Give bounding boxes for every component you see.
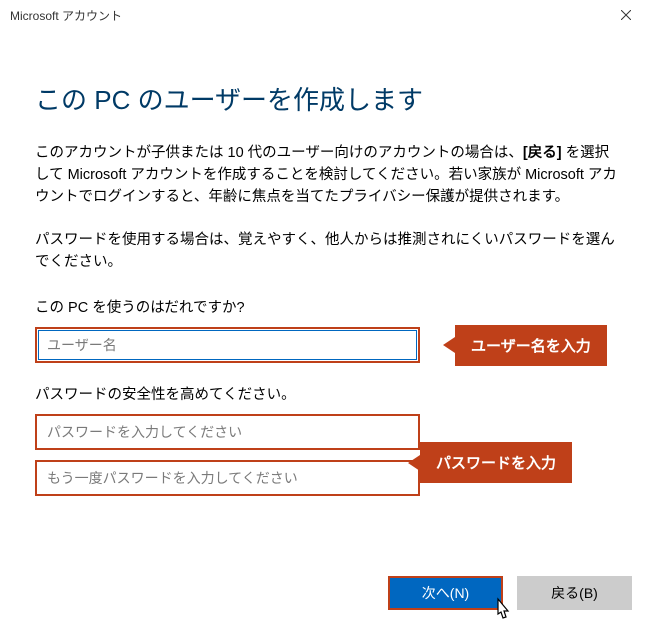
close-icon [621,10,631,20]
window-title: Microsoft アカウント [10,7,606,24]
titlebar: Microsoft アカウント [0,0,654,30]
password-confirm-input[interactable] [35,460,420,496]
username-row: ユーザー名を入力 [35,327,619,363]
page-title: この PC のユーザーを作成します [35,80,619,117]
intro-paragraph-2: パスワードを使用する場合は、覚えやすく、他人からは推測されにくいパスワードを選ん… [35,230,619,274]
intro-paragraph-1: このアカウントが子供または 10 代のユーザー向けのアカウントの場合は、[戻る]… [35,143,619,208]
password-callout: パスワードを入力 [420,442,572,483]
close-button[interactable] [606,1,646,29]
intro-text-pre: このアカウントが子供または 10 代のユーザー向けのアカウントの場合は、 [35,145,523,161]
username-label: この PC を使うのはだれですか? [35,296,619,317]
next-button[interactable]: 次へ(N) [388,576,503,610]
back-button[interactable]: 戻る(B) [517,576,632,610]
username-input[interactable] [35,327,420,363]
password-label: パスワードの安全性を高めてください。 [35,383,619,404]
intro-text-bold: [戻る] [523,145,562,161]
password-input[interactable] [35,414,420,450]
username-callout: ユーザー名を入力 [455,325,607,366]
button-bar: 次へ(N) 戻る(B) [388,576,632,610]
